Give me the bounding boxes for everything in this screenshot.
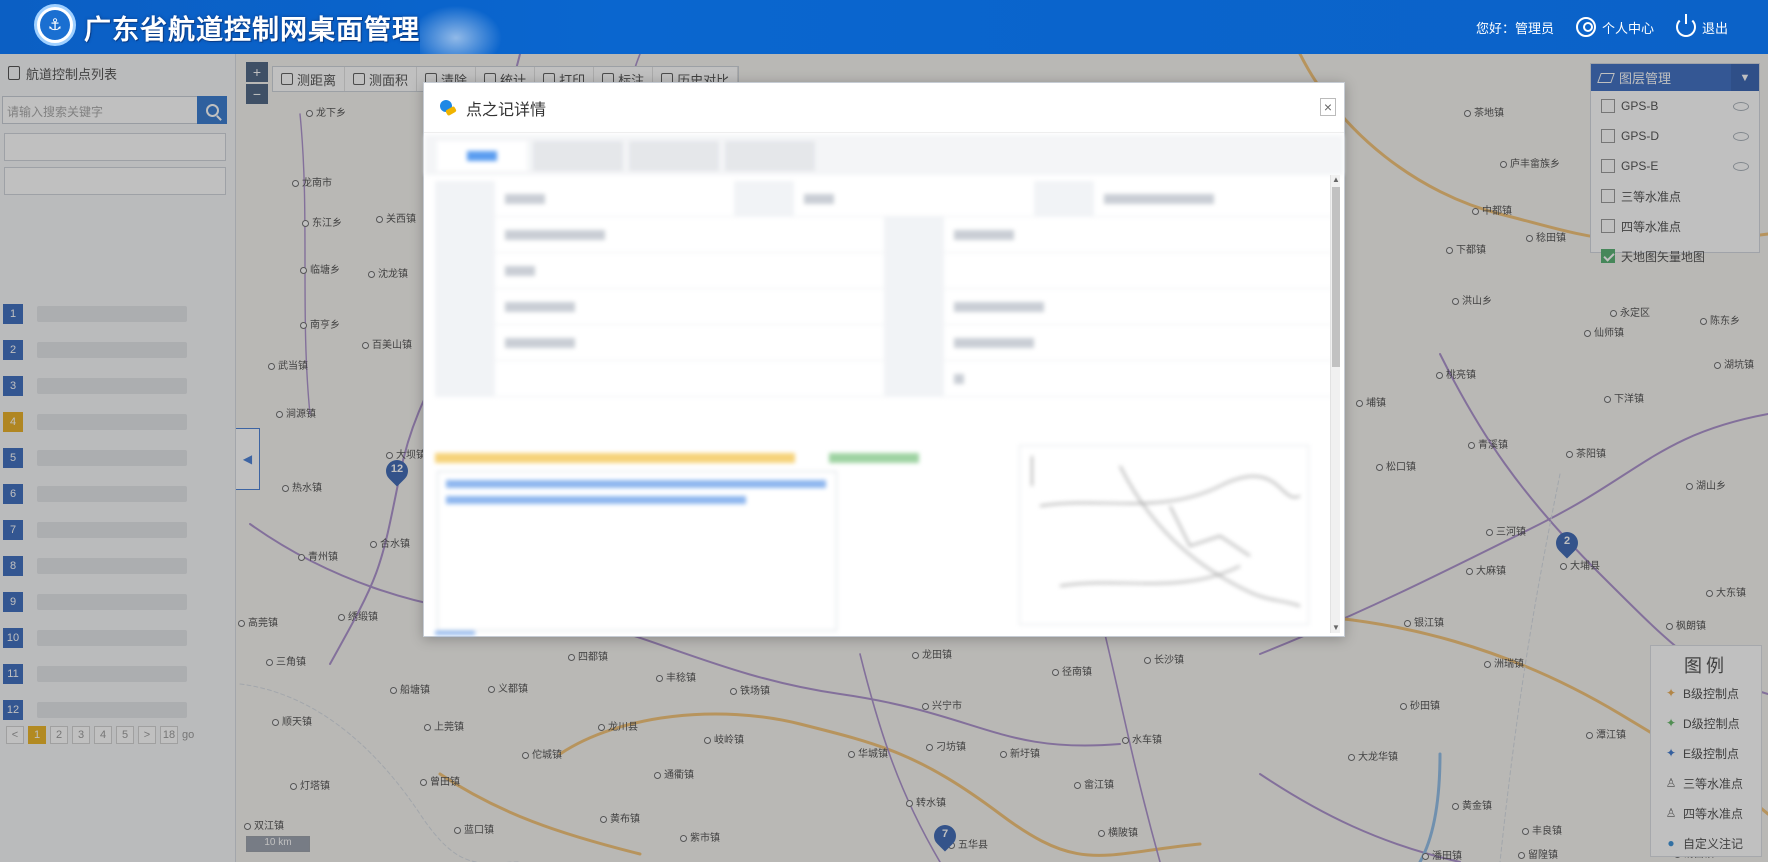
scroll-up-arrow[interactable]: ▲ [1331,175,1341,185]
field-label [435,181,495,217]
field-value [1094,181,1333,217]
logout-link[interactable]: 退出 [1675,14,1728,37]
dialog-body [425,135,1343,635]
app-logo: ⚓ [34,4,76,46]
field-value [944,325,1333,361]
point-record-dialog: 点之记详情 × ▲ ▼ [423,82,1345,637]
field-label [884,253,944,289]
dialog-scrollbar[interactable]: ▲ ▼ [1330,175,1340,633]
form-row [435,217,1333,253]
form-row [435,325,1333,361]
field-label [884,289,944,325]
field-label [435,325,495,361]
field-value [495,181,734,217]
header-actions: 您好：管理员 个人中心 退出 [1476,0,1728,54]
field-value [944,289,1333,325]
close-button[interactable]: × [1320,98,1336,116]
dialog-title: 点之记详情 [466,101,547,119]
field-value [944,253,1333,289]
form-row [435,253,1333,289]
field-value [495,217,884,253]
personal-center-link[interactable]: 个人中心 [1575,17,1654,37]
note-heading [435,453,795,463]
field-value [495,253,884,289]
form-row [435,361,1333,397]
field-label [435,289,495,325]
user-greeting: 您好：管理员 [1475,20,1554,36]
app-header: ⚓ 广东省航道控制网桌面管理 您好：管理员 个人中心 退出 [0,0,1768,54]
field-label [884,325,944,361]
satellite-icon [438,98,458,118]
anchor-icon: ⚓ [40,10,70,40]
tab-3[interactable] [629,141,719,171]
user-circle-icon [1575,17,1596,37]
field-label [435,361,495,397]
field-value [794,181,1033,217]
location-sketch-image [1019,445,1309,625]
logout-label: 退出 [1701,20,1728,36]
field-value [495,361,884,397]
field-value [944,217,1333,253]
field-label [1033,181,1094,217]
header-decoration [420,0,510,54]
field-value [944,361,1333,397]
tab-2[interactable] [533,141,623,171]
description-textarea[interactable] [437,471,837,631]
sketch-drawing [1031,456,1301,607]
tab-1[interactable] [437,141,527,171]
personal-center-label: 个人中心 [1601,20,1654,36]
dialog-tabs [425,135,1343,175]
sketch-heading [829,453,919,463]
field-label [734,181,795,217]
text-line [446,480,826,488]
dialog-header: 点之记详情 [424,83,1344,133]
scroll-down-arrow[interactable]: ▼ [1331,623,1341,633]
field-label [884,361,944,397]
form-row [435,181,1333,217]
power-icon [1675,14,1696,37]
record-form [425,175,1343,397]
form-row [435,289,1333,325]
scroll-thumb[interactable] [1332,187,1340,367]
tab-label [467,151,497,161]
text-line [446,496,746,504]
field-label [884,217,944,253]
app-title: 广东省航道控制网桌面管理 [84,15,420,46]
more-link[interactable] [435,631,475,635]
tab-4[interactable] [725,141,815,171]
field-value [495,325,884,361]
field-label [435,217,495,253]
field-value [495,289,884,325]
field-label [435,253,495,289]
